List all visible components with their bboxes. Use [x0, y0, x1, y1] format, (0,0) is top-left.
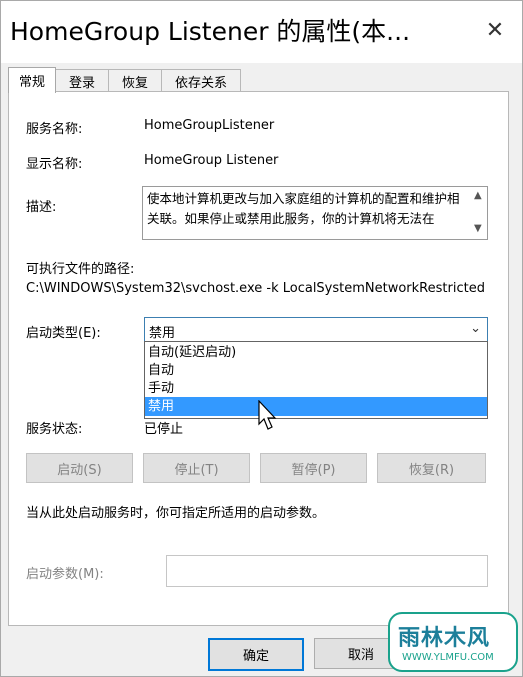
close-button[interactable]: ✕ — [478, 13, 512, 47]
general-panel: 服务名称: HomeGroupListener 显示名称: HomeGroup … — [8, 91, 509, 626]
params-label: 启动参数(M): — [26, 567, 104, 582]
service-name-label: 服务名称: — [26, 122, 83, 137]
tab-dependencies[interactable]: 依存关系 — [161, 69, 241, 92]
properties-dialog: HomeGroup Listener 的属性(本... ✕ 常规 登录 恢复 依… — [0, 0, 523, 677]
exe-path-value: C:\WINDOWS\System32\svchost.exe -k Local… — [26, 281, 485, 296]
close-icon: ✕ — [485, 17, 505, 43]
startup-type-select[interactable]: 禁用 ⌄ — [144, 317, 488, 343]
startup-type-dropdown: 自动(延迟启动) 自动 手动 禁用 — [144, 341, 488, 419]
description-text: 使本地计算机更改与加入家庭组的计算机的配置和维护相关联。如果停止或禁用此服务，你… — [147, 191, 460, 226]
params-hint: 当从此处启动服务时，你可指定所适用的启动参数。 — [26, 506, 326, 521]
option-auto[interactable]: 自动 — [145, 361, 487, 380]
tab-logon[interactable]: 登录 — [55, 69, 109, 92]
startup-type-value: 禁用 — [149, 326, 176, 341]
watermark-text: 雨林木风 — [398, 626, 491, 651]
description-box[interactable]: 使本地计算机更改与加入家庭组的计算机的配置和维护相关联。如果停止或禁用此服务，你… — [142, 186, 488, 240]
pause-button[interactable]: 暂停(P) — [260, 453, 367, 483]
watermark-url: WWW.YLMFU.COM — [402, 652, 494, 663]
description-label: 描述: — [26, 200, 57, 215]
stop-button[interactable]: 停止(T) — [143, 453, 250, 483]
dialog-title: HomeGroup Listener 的属性(本... — [10, 17, 411, 46]
mouse-cursor-icon — [258, 400, 277, 430]
chevron-down-icon[interactable]: ⌄ — [470, 321, 481, 336]
tab-general[interactable]: 常规 — [8, 67, 56, 93]
title-bar: HomeGroup Listener 的属性(本... ✕ — [1, 1, 522, 63]
start-params-input[interactable] — [166, 555, 488, 587]
ok-button[interactable]: 确定 — [208, 638, 304, 671]
display-name-label: 显示名称: — [26, 157, 83, 172]
option-auto-delayed[interactable]: 自动(延迟启动) — [145, 343, 487, 362]
start-button[interactable]: 启动(S) — [26, 453, 133, 483]
scroll-down-icon[interactable]: ▼ — [474, 223, 482, 234]
option-manual[interactable]: 手动 — [145, 379, 487, 398]
watermark-logo: 雨林木风 WWW.YLMFU.COM — [388, 612, 518, 672]
display-name-value: HomeGroup Listener — [144, 153, 279, 168]
exe-path-label: 可执行文件的路径: — [26, 262, 135, 277]
service-name-value: HomeGroupListener — [144, 118, 275, 133]
startup-type-label: 启动类型(E): — [26, 326, 101, 341]
service-status-label: 服务状态: — [26, 422, 83, 437]
tab-recovery[interactable]: 恢复 — [108, 69, 162, 92]
service-status-value: 已停止 — [144, 422, 184, 437]
scroll-up-icon[interactable]: ▲ — [474, 190, 482, 201]
resume-button[interactable]: 恢复(R) — [377, 453, 486, 483]
option-disabled[interactable]: 禁用 — [145, 397, 487, 416]
description-scrollbar[interactable]: ▲ ▼ — [470, 187, 487, 239]
